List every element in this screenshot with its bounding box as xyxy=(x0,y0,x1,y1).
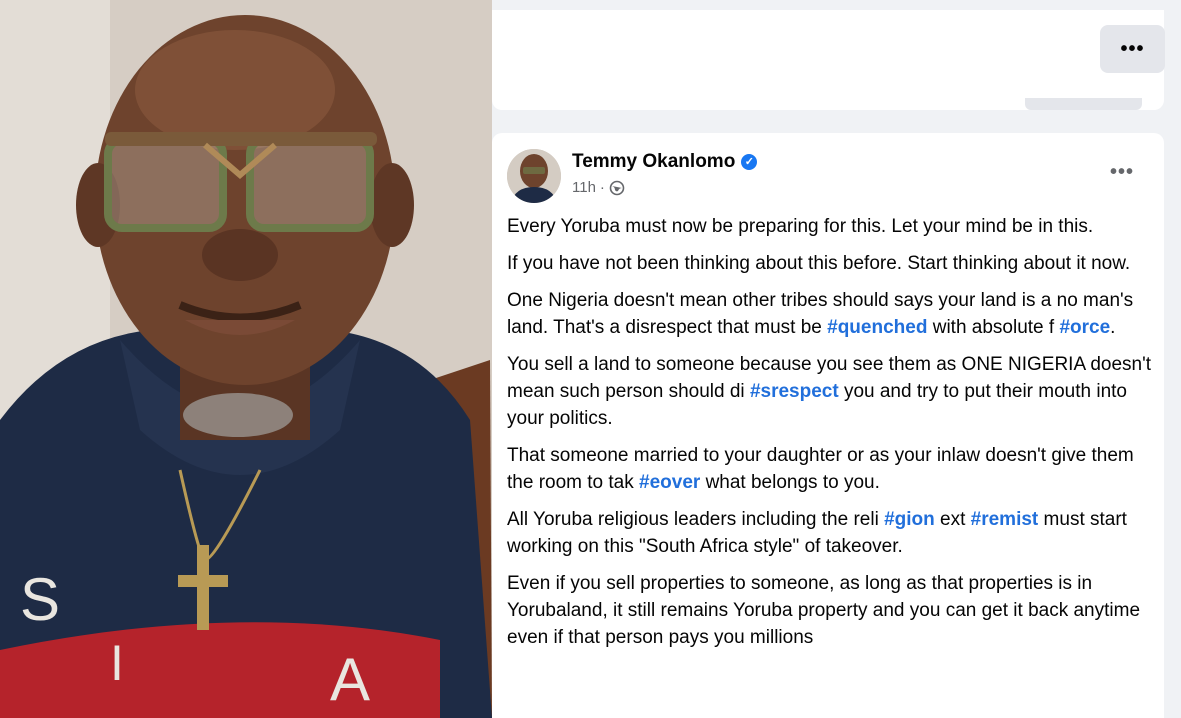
svg-text:S: S xyxy=(20,566,60,633)
hashtag-link[interactable]: #remist xyxy=(971,509,1039,530)
more-icon: ••• xyxy=(1120,37,1145,60)
post-text: what belongs to you. xyxy=(700,472,880,493)
post-paragraph: You sell a land to someone because you s… xyxy=(507,351,1152,432)
previous-post-action-button[interactable] xyxy=(1025,98,1142,110)
verified-badge-icon: ✓ xyxy=(741,154,758,170)
post-text: Every Yoruba must now be preparing for t… xyxy=(507,216,1094,237)
portrait-illustration: S I A xyxy=(0,0,492,718)
hashtag-link[interactable]: #gion xyxy=(884,509,935,530)
author-avatar[interactable] xyxy=(507,149,561,203)
hashtag-link[interactable]: #quenched xyxy=(827,317,927,338)
post-text: with absolute f xyxy=(927,317,1060,338)
hashtag-link[interactable]: #eover xyxy=(639,472,700,493)
more-icon: ••• xyxy=(1110,161,1135,183)
post-paragraph: That someone married to your daughter or… xyxy=(507,442,1152,496)
post-paragraph: One Nigeria doesn't mean other tribes sh… xyxy=(507,287,1152,341)
svg-text:A: A xyxy=(330,646,370,713)
post-text: . xyxy=(1110,317,1116,338)
previous-post-card xyxy=(492,10,1164,110)
hashtag-link[interactable]: #orce xyxy=(1059,317,1110,338)
avatar-image xyxy=(507,149,561,203)
post-more-options-button[interactable]: ••• xyxy=(1110,161,1134,184)
post-time[interactable]: 11h xyxy=(572,179,596,196)
svg-text:I: I xyxy=(110,635,124,691)
globe-icon xyxy=(609,180,625,195)
top-more-options-button[interactable]: ••• xyxy=(1100,25,1165,73)
post-meta: 11h · xyxy=(572,179,625,196)
meta-separator: · xyxy=(599,179,605,196)
post-text: ext xyxy=(934,509,971,530)
post-paragraph: If you have not been thinking about this… xyxy=(507,250,1152,277)
post-paragraph: All Yoruba religious leaders including t… xyxy=(507,506,1152,560)
post-body: Every Yoruba must now be preparing for t… xyxy=(507,213,1152,661)
profile-photo: S I A xyxy=(0,0,492,718)
author-name[interactable]: Temmy Okanlomo xyxy=(572,151,735,173)
post-card: Temmy Okanlomo ✓ 11h · ••• Every Yoruba … xyxy=(492,133,1164,718)
post-paragraph: Even if you sell properties to someone, … xyxy=(507,570,1152,651)
post-text: All Yoruba religious leaders including t… xyxy=(507,509,885,530)
post-text: Even if you sell properties to someone, … xyxy=(507,573,1141,648)
author-line: Temmy Okanlomo ✓ xyxy=(572,151,758,173)
feed-panel: ••• Temmy Okanlomo ✓ 11h · ••• Every Yor… xyxy=(492,0,1181,718)
hashtag-link[interactable]: #srespect xyxy=(750,381,839,402)
post-paragraph: Every Yoruba must now be preparing for t… xyxy=(507,213,1152,240)
post-text: If you have not been thinking about this… xyxy=(507,253,1131,274)
